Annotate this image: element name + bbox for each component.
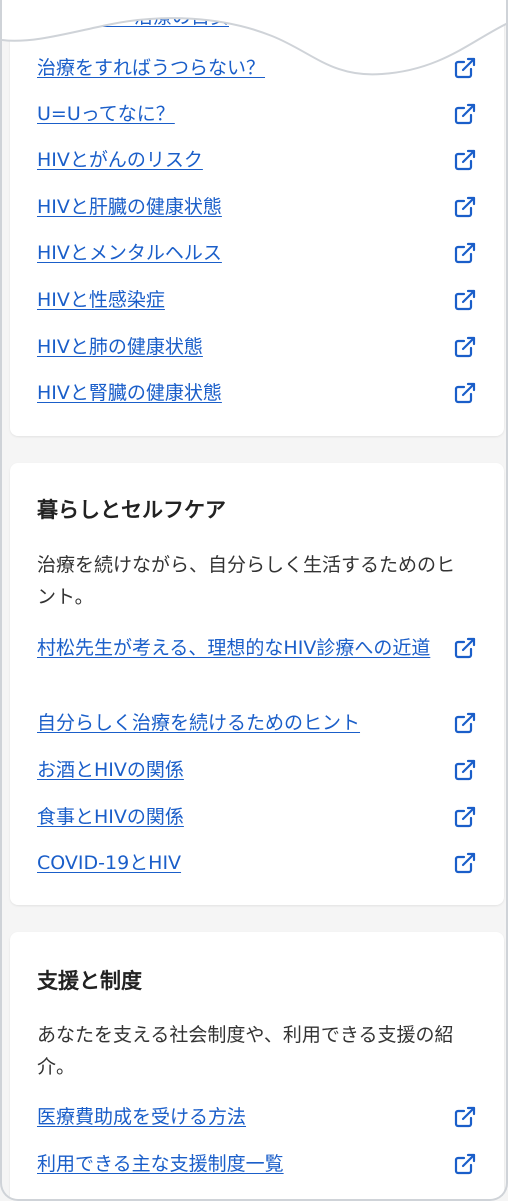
link-label[interactable]: HIVとがんのリスク (37, 145, 203, 175)
link-hiv-liver[interactable]: HIVと肝臓の健康状態 (37, 192, 477, 222)
external-link-icon[interactable] (453, 381, 477, 405)
external-link-icon[interactable] (453, 1105, 477, 1129)
link-u-equals-u[interactable]: U=Uってなに？ (37, 99, 477, 129)
support-card: 支援と制度 あなたを支える社会制度や、利用できる支援の紹介。 医療費助成を受ける… (10, 932, 504, 1199)
link-label[interactable]: U=Uってなに？ (37, 99, 175, 129)
link-label[interactable]: お酒とHIVの関係 (37, 755, 184, 785)
external-link-icon[interactable] (453, 1152, 477, 1176)
link-label[interactable]: 利用できる主な支援制度一覧 (37, 1149, 284, 1179)
section-description: 治療を続けながら、自分らしく生活するためのヒント。 (37, 554, 456, 608)
external-link-icon[interactable] (453, 195, 477, 219)
external-link-icon[interactable] (453, 711, 477, 735)
link-treatment-tips[interactable]: 自分らしく治療を続けるためのヒント (37, 708, 477, 738)
link-support-list[interactable]: 利用できる主な支援制度一覧 (37, 1149, 477, 1179)
link-hiv-mental-health[interactable]: HIVとメンタルヘルス (37, 238, 477, 268)
external-link-icon[interactable] (453, 851, 477, 875)
link-hiv-kidney[interactable]: HIVと腎臓の健康状態 (37, 378, 477, 408)
link-label[interactable]: HIVと性感染症 (37, 285, 165, 315)
link-label[interactable]: HIVとメンタルヘルス (37, 238, 222, 268)
link-label[interactable]: 自分らしく治療を続けるためのヒント (37, 708, 360, 738)
link-label[interactable]: 食事とHIVの関係 (37, 802, 184, 832)
link-diet-hiv[interactable]: 食事とHIVの関係 (37, 802, 477, 832)
link-label[interactable]: 治療をすればうつらない？ (37, 53, 265, 83)
selfcare-card: 暮らしとセルフケア 治療を続けながら、自分らしく生活するためのヒント。 村松先生… (10, 463, 504, 905)
external-link-icon[interactable] (453, 758, 477, 782)
link-hiv-lung[interactable]: HIVと肺の健康状態 (37, 332, 477, 362)
link-label[interactable]: CD4とは？治療の目安 (37, 2, 229, 32)
link-alcohol-hiv[interactable]: お酒とHIVの関係 (37, 755, 477, 785)
page-frame: CD4とは？治療の目安 治療をすればうつらない？ U=Uってなに？ HIVとがん… (0, 0, 508, 1201)
external-link-icon[interactable] (453, 335, 477, 359)
link-label[interactable]: COVID-19とHIV (37, 848, 181, 878)
external-link-icon[interactable] (453, 288, 477, 312)
external-link-icon[interactable] (453, 102, 477, 126)
link-muramatsu[interactable]: 村松先生が考える、理想的なHIV診療への近道 (37, 633, 477, 663)
section-title: 暮らしとセルフケア (37, 498, 226, 522)
link-cd4[interactable]: CD4とは？治療の目安 (37, 2, 477, 32)
section-title: 支援と制度 (37, 969, 142, 993)
link-label[interactable]: HIVと腎臓の健康状態 (37, 378, 222, 408)
link-label[interactable]: HIVと肝臓の健康状態 (37, 192, 222, 222)
link-hiv-cancer[interactable]: HIVとがんのリスク (37, 145, 477, 175)
link-undetectable[interactable]: 治療をすればうつらない？ (37, 53, 477, 83)
external-link-icon[interactable] (453, 241, 477, 265)
external-link-icon[interactable] (453, 148, 477, 172)
external-link-icon[interactable] (453, 56, 477, 80)
link-label[interactable]: 村松先生が考える、理想的なHIV診療への近道 (37, 633, 430, 663)
link-covid-hiv[interactable]: COVID-19とHIV (37, 848, 477, 878)
external-link-icon[interactable] (453, 636, 477, 660)
hiv-health-card: CD4とは？治療の目安 治療をすればうつらない？ U=Uってなに？ HIVとがん… (10, 0, 504, 436)
link-label[interactable]: 医療費助成を受ける方法 (37, 1102, 246, 1132)
link-medical-subsidy[interactable]: 医療費助成を受ける方法 (37, 1102, 477, 1132)
section-description: あなたを支える社会制度や、利用できる支援の紹介。 (37, 1024, 454, 1078)
link-label[interactable]: HIVと肺の健康状態 (37, 332, 203, 362)
link-hiv-sti[interactable]: HIVと性感染症 (37, 285, 477, 315)
external-link-icon[interactable] (453, 5, 477, 29)
external-link-icon[interactable] (453, 805, 477, 829)
